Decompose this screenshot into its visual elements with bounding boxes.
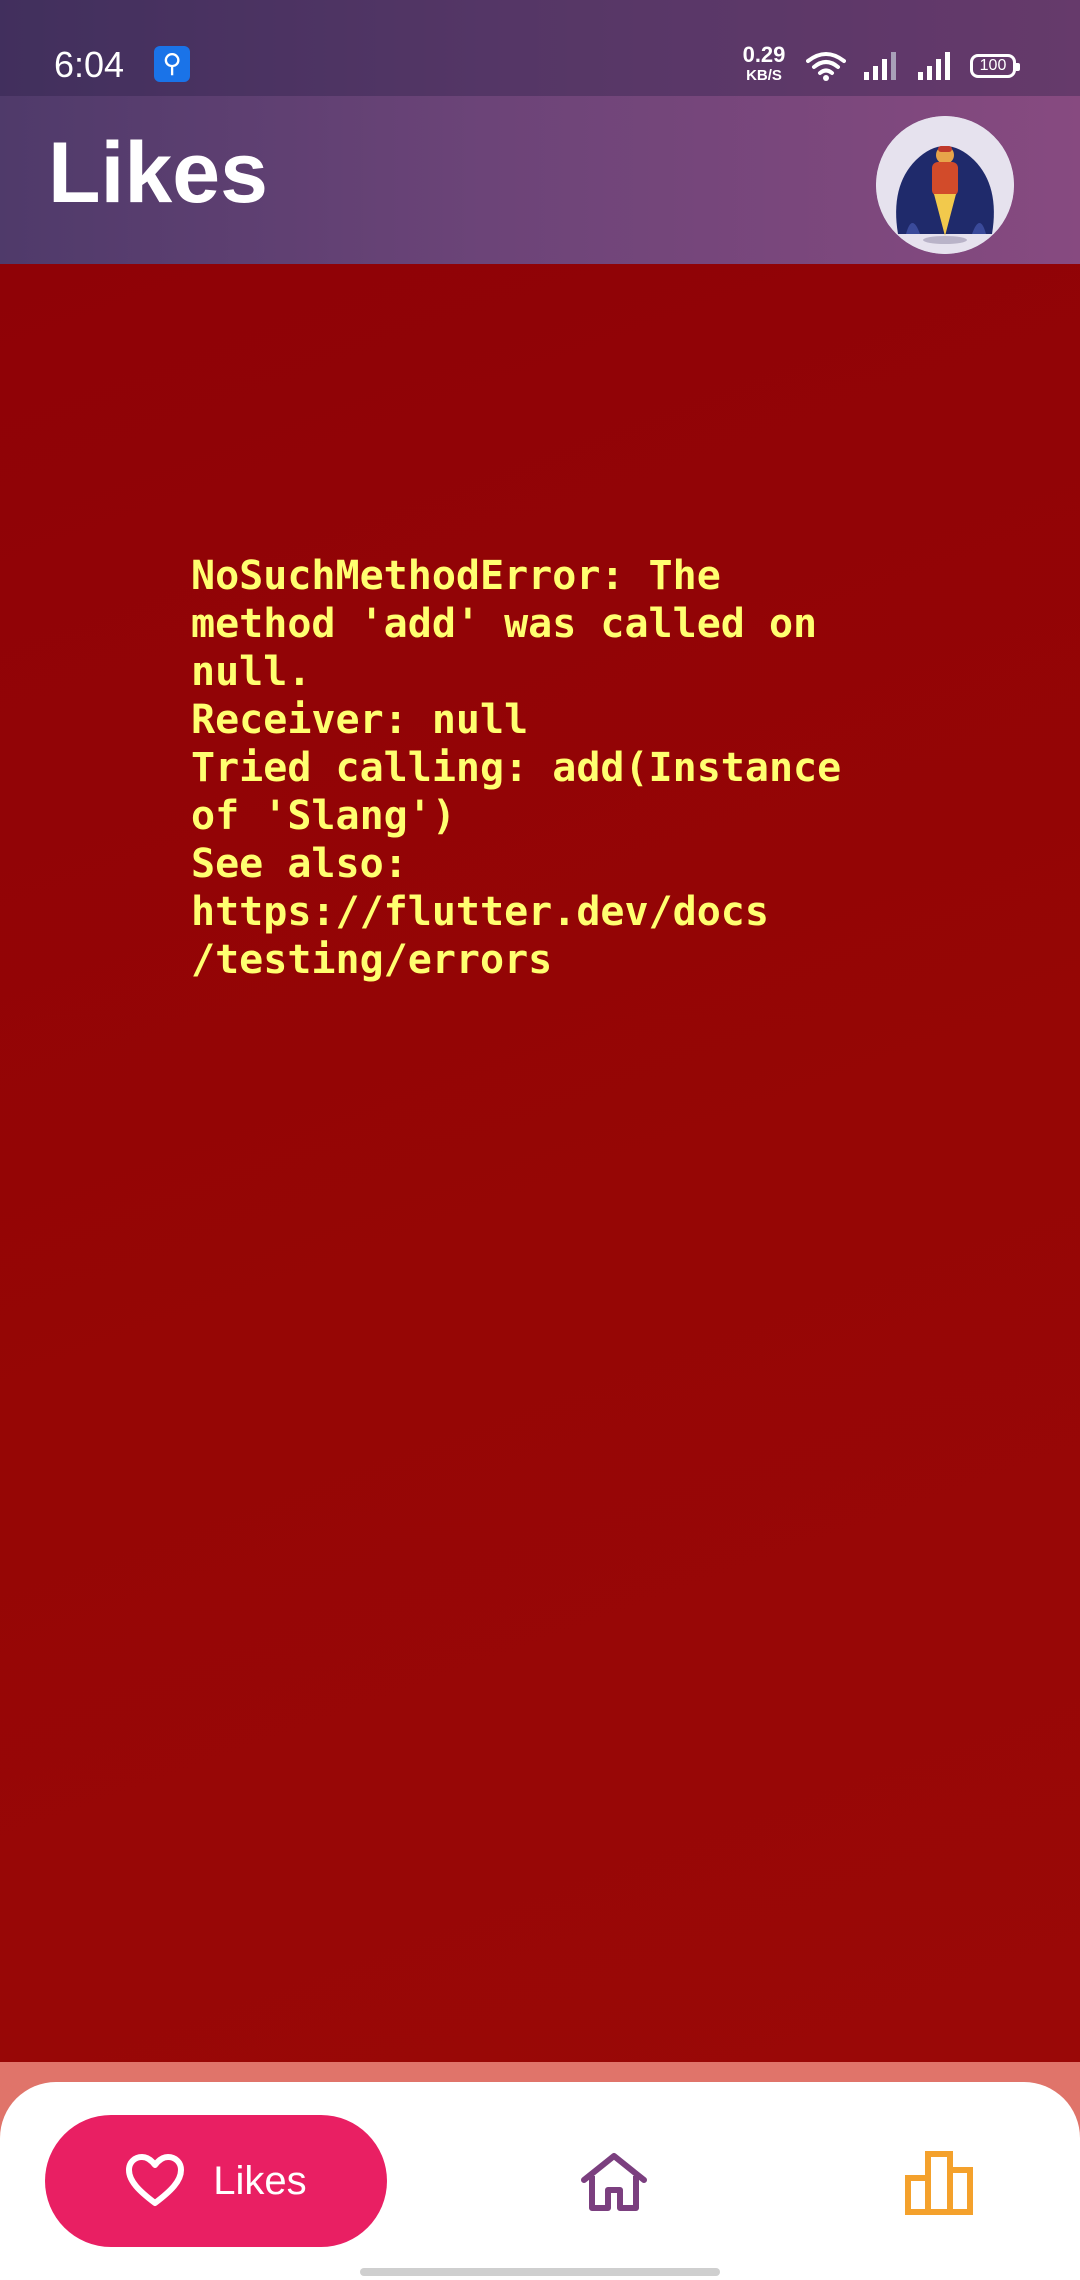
avatar-illustration xyxy=(876,116,1014,254)
nav-tab-likes-label: Likes xyxy=(213,2158,307,2203)
battery-icon: 100 xyxy=(970,54,1020,78)
battery-level: 100 xyxy=(979,57,1007,74)
signal-icon xyxy=(864,52,896,80)
status-time: 6:04 xyxy=(54,44,125,85)
usb-icon: ⚲ xyxy=(154,46,190,82)
network-speed: 0.29 KB/S xyxy=(738,42,790,84)
wifi-icon xyxy=(806,52,846,81)
error-screen: NoSuchMethodError: The method 'add' was … xyxy=(0,264,1080,2064)
home-icon xyxy=(581,2153,647,2211)
nav-tab-home[interactable] xyxy=(578,2150,650,2214)
nav-tab-likes[interactable]: Likes xyxy=(45,2115,387,2247)
status-bar: 6:04 ⚲ 0.29 KB/S 100 xyxy=(0,0,1080,96)
signal-icon xyxy=(918,52,950,80)
home-indicator[interactable] xyxy=(360,2268,720,2276)
header-bar: 6:04 ⚲ 0.29 KB/S 100 Likes xyxy=(0,0,1080,264)
status-icons: 100 xyxy=(806,48,1020,84)
profile-avatar[interactable] xyxy=(876,116,1014,254)
page-title: Likes xyxy=(48,125,268,221)
bottom-navigation: Likes xyxy=(0,2082,1080,2280)
network-speed-unit: KB/S xyxy=(746,67,782,84)
heart-icon xyxy=(126,2154,185,2206)
nav-tab-leaderboard[interactable] xyxy=(904,2148,974,2216)
leaderboard-icon xyxy=(905,2151,973,2215)
error-message: NoSuchMethodError: The method 'add' was … xyxy=(191,553,842,983)
network-speed-value: 0.29 xyxy=(742,42,786,67)
